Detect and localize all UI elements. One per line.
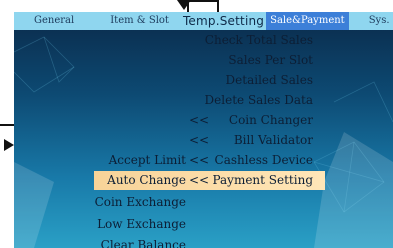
pointer-arrow-right-icon (4, 139, 14, 151)
menu-detailed-sales[interactable]: Detailed Sales (226, 72, 313, 88)
expand-arrow-icon: << (189, 153, 210, 167)
submenu-clear-balance[interactable]: Clear Balance (101, 237, 186, 248)
menu-delete-sales-data[interactable]: Delete Sales Data (205, 92, 313, 108)
pointer-arrow-down-icon (177, 0, 191, 10)
tab-sale-payment[interactable]: Sale&Payment (266, 12, 349, 30)
tab-temp-setting[interactable]: Temp.Setting (183, 12, 264, 30)
tab-bar: General Item & Slot Temp.Setting Sale&Pa… (14, 12, 393, 30)
expand-arrow-icon: << (189, 173, 210, 187)
submenu-low-exchange[interactable]: Low Exchange (97, 216, 186, 232)
tab-general[interactable]: General (34, 12, 74, 30)
vending-settings-screen: General Item & Slot Temp.Setting Sale&Pa… (14, 12, 393, 248)
submenu-coin-exchange[interactable]: Coin Exchange (95, 194, 186, 210)
submenu-accept-limit[interactable]: Accept Limit (109, 152, 186, 168)
submenu-auto-change[interactable]: Auto Change (107, 172, 186, 188)
expand-arrow-icon: << (189, 113, 210, 127)
expand-arrow-icon: << (189, 133, 210, 147)
background-network-decoration (14, 36, 393, 248)
menu-sales-per-slot[interactable]: Sales Per Slot (228, 52, 313, 68)
tab-sys-setting[interactable]: Sys. Setting (369, 12, 393, 30)
menu-cashless-device[interactable]: Cashless Device (215, 152, 313, 168)
menu-check-total-sales[interactable]: Check Total Sales (205, 32, 313, 48)
menu-coin-changer[interactable]: Coin Changer (229, 112, 313, 128)
menu-bill-validator[interactable]: Bill Validator (234, 132, 313, 148)
pointer-line (187, 0, 219, 2)
tab-item-slot[interactable]: Item & Slot (110, 12, 169, 30)
menu-payment-setting[interactable]: Payment Setting (212, 172, 313, 188)
pointer-line (217, 0, 219, 12)
pointer-line (0, 124, 14, 126)
